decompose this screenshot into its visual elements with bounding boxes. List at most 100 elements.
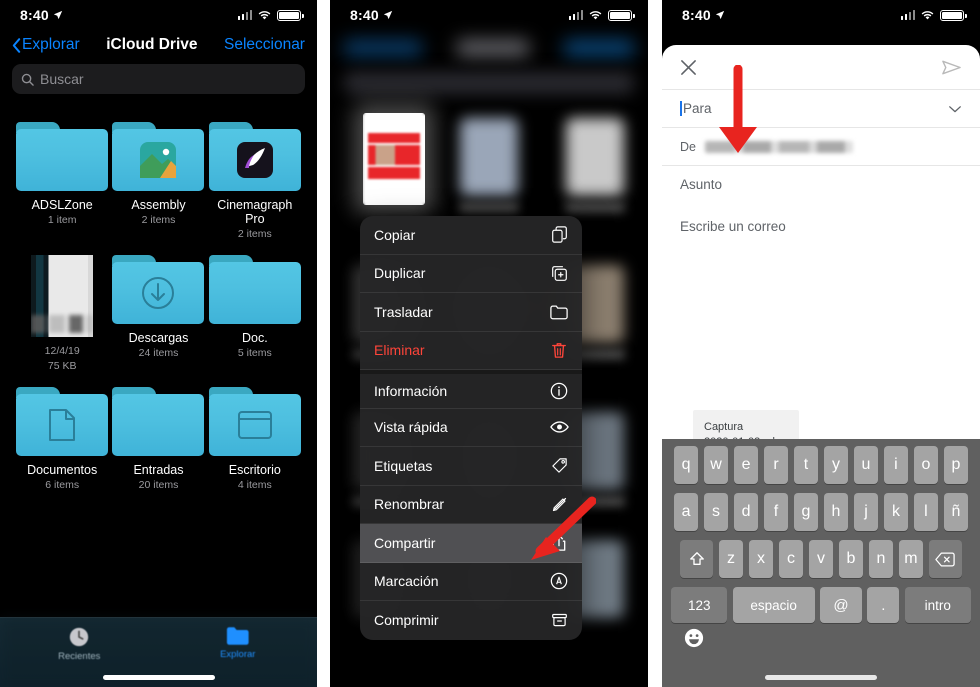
compose-header: [662, 45, 980, 89]
key-b[interactable]: b: [838, 540, 864, 578]
menu-item-marcacion[interactable]: Marcación: [360, 563, 582, 601]
plain-folder-icon: [112, 387, 205, 456]
key-a[interactable]: a: [673, 493, 699, 531]
key-e[interactable]: e: [733, 446, 759, 484]
keyboard-row-2: a s d f g h j k l ñ: [662, 493, 980, 531]
menu-item-informacion[interactable]: Información: [360, 370, 582, 409]
menu-item-compartir[interactable]: Compartir: [360, 524, 582, 563]
file-item-cinemagraph-pro[interactable]: Cinemagraph Pro 2 items: [207, 114, 303, 241]
key-v[interactable]: v: [808, 540, 834, 578]
clock-icon: [70, 627, 89, 647]
file-subtitle: 75 KB: [47, 360, 77, 372]
menu-item-trasladar[interactable]: Trasladar: [360, 293, 582, 332]
key-n[interactable]: n: [868, 540, 894, 578]
key-d[interactable]: d: [733, 493, 759, 531]
file-item-descargas[interactable]: Descargas 24 items: [110, 247, 206, 373]
key-u[interactable]: u: [853, 446, 879, 484]
location-arrow-icon: [715, 10, 724, 20]
send-icon[interactable]: [941, 57, 962, 78]
page-title: iCloud Drive: [106, 36, 198, 53]
home-indicator[interactable]: [765, 675, 877, 680]
key-s[interactable]: s: [703, 493, 729, 531]
file-item-entradas[interactable]: Entradas 20 items: [110, 379, 206, 492]
key-z[interactable]: z: [718, 540, 744, 578]
context-menu: Copiar Duplicar Trasladar Eliminar Infor…: [360, 216, 582, 640]
menu-item-vista-rapida[interactable]: Vista rápida: [360, 409, 582, 447]
file-item-escritorio[interactable]: Escritorio 4 items: [207, 379, 303, 492]
key-k[interactable]: k: [883, 493, 909, 531]
blurred-nav-bar: [330, 40, 648, 66]
key-j[interactable]: j: [853, 493, 879, 531]
back-button-label: Explorar: [22, 36, 80, 53]
file-item-document[interactable]: 12/4/19 75 KB: [14, 247, 110, 373]
key-w[interactable]: w: [703, 446, 729, 484]
folder-icon: [208, 122, 301, 191]
status-bar-time-group: 8:40: [350, 7, 393, 23]
search-input[interactable]: Buscar: [12, 64, 305, 94]
plain-folder-icon: [208, 255, 301, 324]
file-subtitle: 5 items: [237, 347, 272, 359]
key-l[interactable]: l: [913, 493, 939, 531]
key-r[interactable]: r: [763, 446, 789, 484]
menu-item-comprimir[interactable]: Comprimir: [360, 601, 582, 640]
to-field[interactable]: Para: [662, 89, 980, 127]
shift-icon[interactable]: [680, 540, 714, 578]
status-bar-time-group: 8:40: [682, 7, 725, 23]
key-i[interactable]: i: [883, 446, 909, 484]
body-field[interactable]: Escribe un correo: [662, 203, 980, 234]
key-g[interactable]: g: [793, 493, 819, 531]
subject-field[interactable]: Asunto: [662, 165, 980, 203]
from-field[interactable]: De: [662, 127, 980, 165]
menu-item-label: Duplicar: [374, 265, 426, 282]
file-item-assembly[interactable]: Assembly 2 items: [110, 114, 206, 241]
key-return[interactable]: intro: [904, 587, 971, 623]
key-h[interactable]: h: [823, 493, 849, 531]
file-name: Doc.: [241, 331, 268, 345]
menu-item-label: Comprimir: [374, 612, 439, 629]
key-enye[interactable]: ñ: [943, 493, 969, 531]
emoji-icon[interactable]: [684, 628, 704, 648]
wifi-icon: [258, 10, 271, 19]
key-q[interactable]: q: [673, 446, 699, 484]
key-t[interactable]: t: [793, 446, 819, 484]
tab-label: Recientes: [58, 651, 101, 662]
menu-item-duplicar[interactable]: Duplicar: [360, 255, 582, 293]
key-y[interactable]: y: [823, 446, 849, 484]
key-p[interactable]: p: [943, 446, 969, 484]
blurred-search-bar: [344, 72, 634, 94]
file-item-adslzone[interactable]: ADSLZone 1 item: [14, 114, 110, 241]
markup-icon: [549, 571, 569, 591]
file-item-documentos[interactable]: Documentos 6 items: [14, 379, 110, 492]
key-o[interactable]: o: [913, 446, 939, 484]
key-x[interactable]: x: [748, 540, 774, 578]
tab-explorar[interactable]: Explorar: [159, 626, 318, 660]
on-screen-keyboard: q w e r t y u i o p a s d f g h j k l ñ …: [662, 439, 980, 687]
key-at[interactable]: @: [820, 587, 862, 623]
selected-file-thumbnail[interactable]: [363, 113, 425, 205]
key-period[interactable]: .: [867, 587, 900, 623]
status-bar-indicators: [568, 9, 635, 21]
key-f[interactable]: f: [763, 493, 789, 531]
menu-item-label: Información: [374, 382, 448, 399]
file-item-doc[interactable]: Doc. 5 items: [207, 247, 303, 373]
menu-item-label: Copiar: [374, 226, 416, 243]
tab-recientes[interactable]: Recientes: [0, 626, 159, 662]
menu-item-eliminar[interactable]: Eliminar: [360, 332, 582, 370]
backspace-icon[interactable]: [928, 540, 962, 578]
key-space[interactable]: espacio: [732, 587, 815, 623]
chevron-down-icon[interactable]: [948, 102, 962, 116]
menu-item-etiquetas[interactable]: Etiquetas: [360, 447, 582, 486]
menu-item-renombrar[interactable]: Renombrar: [360, 486, 582, 524]
wifi-icon: [589, 10, 602, 19]
status-bar-indicators: [900, 9, 967, 21]
cellular-signal-icon: [568, 10, 583, 20]
menu-item-copiar[interactable]: Copiar: [360, 216, 582, 255]
key-m[interactable]: m: [898, 540, 924, 578]
close-icon[interactable]: [680, 59, 697, 76]
info-icon: [549, 381, 569, 401]
select-button[interactable]: Seleccionar: [224, 36, 305, 54]
back-button[interactable]: Explorar: [12, 36, 80, 54]
key-numbers[interactable]: 123: [671, 587, 728, 623]
home-indicator[interactable]: [102, 675, 215, 680]
key-c[interactable]: c: [778, 540, 804, 578]
